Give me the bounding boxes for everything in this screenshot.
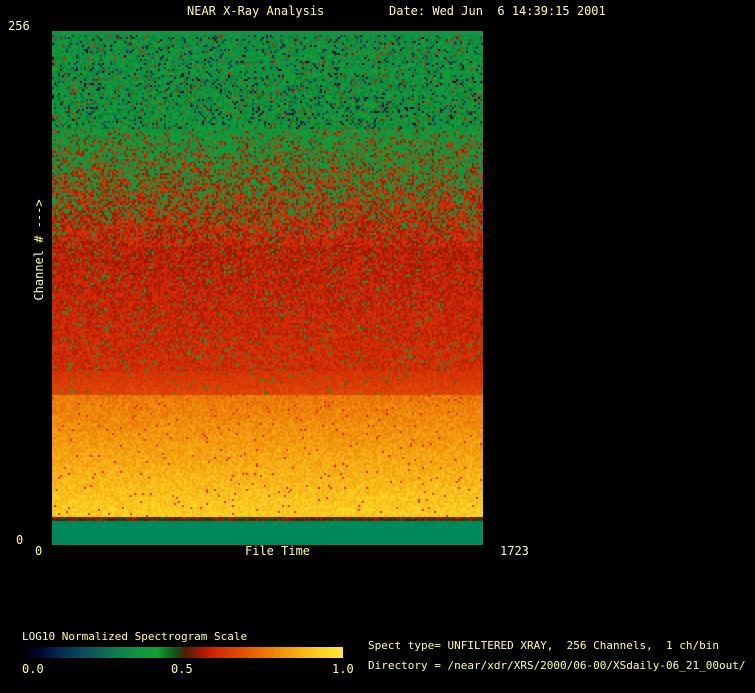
y-axis-title: Channel # ---> [32, 199, 46, 301]
y-axis-min-label: 0 [16, 533, 24, 547]
colorbar-tick-0: 0.0 [22, 662, 44, 676]
xray-analysis-window: NEAR X-Ray Analysis Date: Wed Jun 6 14:3… [0, 0, 755, 693]
x-axis-min-label: 0 [35, 544, 43, 558]
page-title: NEAR X-Ray Analysis [187, 4, 325, 18]
colorbar-gradient [22, 647, 343, 658]
spectrogram-heatmap [52, 31, 483, 545]
header-date: Date: Wed Jun 6 14:39:15 2001 [389, 4, 606, 18]
colorbar-tick-1: 1.0 [332, 662, 354, 676]
y-axis-max-label: 256 [8, 19, 30, 33]
colorbar-tick-05: 0.5 [171, 662, 193, 676]
colorbar-title: LOG10 Normalized Spectrogram Scale [22, 630, 248, 643]
x-axis-title: File Time [245, 544, 311, 558]
x-axis-max-label: 1723 [500, 544, 529, 558]
spect-type-info: Spect type= UNFILTERED XRAY, 256 Channel… [368, 639, 719, 652]
directory-info: Directory = /near/xdr/XRS/2000/06-00/XSd… [368, 659, 746, 672]
